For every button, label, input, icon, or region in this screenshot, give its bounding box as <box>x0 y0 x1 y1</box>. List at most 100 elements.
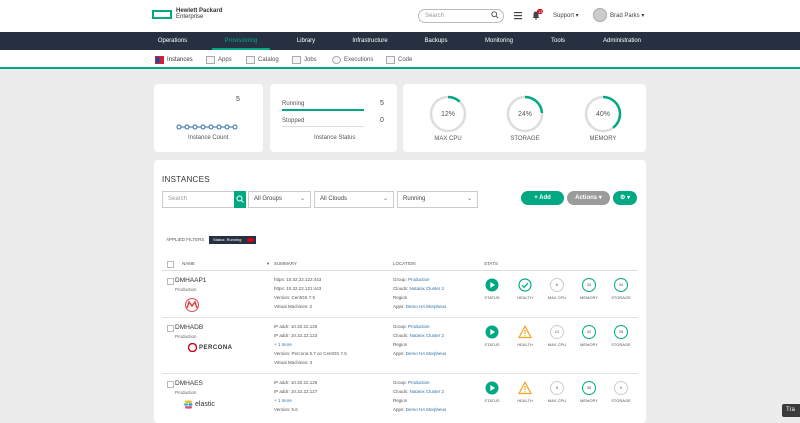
subnav-instances[interactable]: Instances <box>155 55 193 65</box>
table-row[interactable]: DMHAES Production elastic IP addr: 10.32… <box>162 375 638 423</box>
storage-gauge-label: STORAGE <box>510 136 540 142</box>
stat-label-health: HEALTH <box>517 398 533 403</box>
subnav-executions[interactable]: Executions <box>332 55 373 65</box>
location-cloud-link[interactable]: Nutanix Cluster 2 <box>410 286 445 291</box>
nav-monitoring[interactable]: Monitoring <box>478 32 520 50</box>
brand-logo[interactable]: Hewlett Packard Enterprise <box>152 8 222 20</box>
running-count: 5 <box>380 100 384 107</box>
subnav-jobs[interactable]: Jobs <box>292 55 317 65</box>
subnav-catalog[interactable]: Catalog <box>246 55 279 65</box>
summary-line: IP addr: 10.32.22.123 <box>274 333 318 338</box>
table-row[interactable]: DMHADB Production PERCONA IP addr: 10.32… <box>162 319 638 374</box>
instance-count-value: 5 <box>236 96 240 103</box>
instance-group: Production <box>175 334 197 339</box>
location-app: Apps: Demo HA Morpheus <box>393 351 447 356</box>
instance-name[interactable]: DMHADB <box>175 324 203 331</box>
column-summary[interactable]: SUMMARY <box>274 261 297 266</box>
subnav-code[interactable]: Code <box>386 55 412 65</box>
subnav-label: Code <box>398 57 413 63</box>
search-icon <box>236 195 244 203</box>
support-menu[interactable]: Support ▾ <box>553 12 579 19</box>
column-name[interactable]: NAME <box>182 261 195 266</box>
location-app-link[interactable]: Demo HA Morpheus <box>406 407 447 412</box>
nav-library[interactable]: Library <box>288 32 324 50</box>
show-more-link[interactable]: + 1 more <box>274 342 292 347</box>
summary-line: IP addr: 10.32.22.126 <box>274 380 318 385</box>
nav-operations[interactable]: Operations <box>150 32 195 50</box>
status-filter-select[interactable]: Running ⌄ <box>397 191 478 208</box>
stat-label-memory: MEMORY <box>580 342 598 347</box>
resource-gauges-card: 12% MAX CPU 24% STORAGE 40% MEMORY <box>403 84 646 152</box>
applied-filter-text: Status: Running <box>213 237 242 242</box>
stat-label-status: STATUS <box>484 398 500 403</box>
location-app-link[interactable]: Demo HA Morpheus <box>406 304 447 309</box>
sub-nav: Instances Apps Catalog Jobs Executions C… <box>0 50 800 69</box>
search-icon[interactable] <box>491 11 499 19</box>
support-label: Support <box>553 13 575 19</box>
instance-group: Production <box>175 287 197 292</box>
user-menu[interactable]: Brad Parks ▾ <box>610 12 644 19</box>
stat-label-storage: STORAGE <box>611 342 631 347</box>
location-app-link[interactable]: Demo HA Morpheus <box>406 351 447 356</box>
nav-administration[interactable]: Administration <box>597 32 647 50</box>
table-row[interactable]: DMHAAP1 Production https: 10.32.22.122:4… <box>162 272 638 318</box>
settings-button[interactable]: ⚙ ▾ <box>613 191 637 205</box>
column-location[interactable]: LOCATION <box>393 261 416 266</box>
stat-label-cpu: MAX CPU <box>547 342 567 347</box>
nav-tools[interactable]: Tools <box>543 32 573 50</box>
row-checkbox[interactable] <box>167 325 174 332</box>
search-button[interactable] <box>234 191 246 208</box>
global-search-input[interactable]: Search <box>418 9 504 23</box>
list-icon[interactable] <box>514 11 522 20</box>
status-running-icon[interactable] <box>485 278 499 292</box>
cloud-filter-select[interactable]: All Clouds ⌄ <box>314 191 394 208</box>
percona-icon <box>188 343 197 352</box>
sort-arrow-icon[interactable]: ▾ <box>267 261 269 267</box>
stat-label-memory: MEMORY <box>580 295 598 300</box>
instance-status-card: Running 5 Stopped 0 Instance Status <box>270 84 397 152</box>
instance-search-input[interactable]: Search <box>162 191 245 208</box>
summary-line: https: 10.32.22.122:443 <box>274 277 322 282</box>
summary-line: Version: Percona 5.7 on CentOS 7.5 <box>274 351 347 356</box>
instance-name[interactable]: DMHAES <box>175 380 203 387</box>
show-more-link[interactable]: + 1 more <box>274 398 292 403</box>
stat-label-storage: STORAGE <box>611 295 631 300</box>
applied-filters-label: APPLIED FILTERS <box>166 237 205 242</box>
instance-group: Production <box>175 390 197 395</box>
subnav-label: Apps <box>218 57 232 63</box>
status-running-icon[interactable] <box>485 381 499 395</box>
select-all-checkbox[interactable] <box>167 261 174 268</box>
instance-count-card: 5 Instance Count <box>154 84 263 152</box>
elastic-logo-text: elastic <box>195 401 215 408</box>
location-group-link[interactable]: Production <box>408 324 430 329</box>
memory-ring: 33 <box>582 278 596 292</box>
jobs-icon <box>292 56 301 64</box>
group-filter-value: All Groups <box>254 196 283 202</box>
stat-label-memory: MEMORY <box>580 398 598 403</box>
search-placeholder: Search <box>425 13 445 19</box>
add-button[interactable]: + Add <box>521 191 564 205</box>
row-checkbox[interactable] <box>167 278 174 285</box>
notification-badge: 13 <box>537 9 544 14</box>
status-running-icon[interactable] <box>485 325 499 339</box>
apps-icon <box>206 56 215 64</box>
elastic-icon <box>184 400 193 409</box>
location-group-link[interactable]: Production <box>408 277 430 282</box>
location-cloud-link[interactable]: Nutanix Cluster 2 <box>410 389 445 394</box>
subnav-apps[interactable]: Apps <box>206 55 232 65</box>
location-group-link[interactable]: Production <box>408 380 430 385</box>
group-filter-select[interactable]: All Groups ⌄ <box>248 191 311 208</box>
location-cloud-link[interactable]: Nutanix Cluster 2 <box>410 333 445 338</box>
corner-widget[interactable]: Tra <box>782 404 800 417</box>
row-checkbox[interactable] <box>167 381 174 388</box>
applied-filter-chip[interactable]: Status: Running <box>209 236 256 244</box>
avatar[interactable] <box>593 8 607 22</box>
nav-infrastructure[interactable]: Infrastructure <box>345 32 395 50</box>
instance-count-label: Instance Count <box>188 135 229 141</box>
nav-backups[interactable]: Backups <box>418 32 454 50</box>
instance-name[interactable]: DMHAAP1 <box>175 277 206 284</box>
remove-filter-icon[interactable] <box>247 238 254 242</box>
stat-label-storage: STORAGE <box>611 398 631 403</box>
memory-gauge-value: 40% <box>596 111 610 118</box>
actions-button[interactable]: Actions ▾ <box>567 191 610 205</box>
